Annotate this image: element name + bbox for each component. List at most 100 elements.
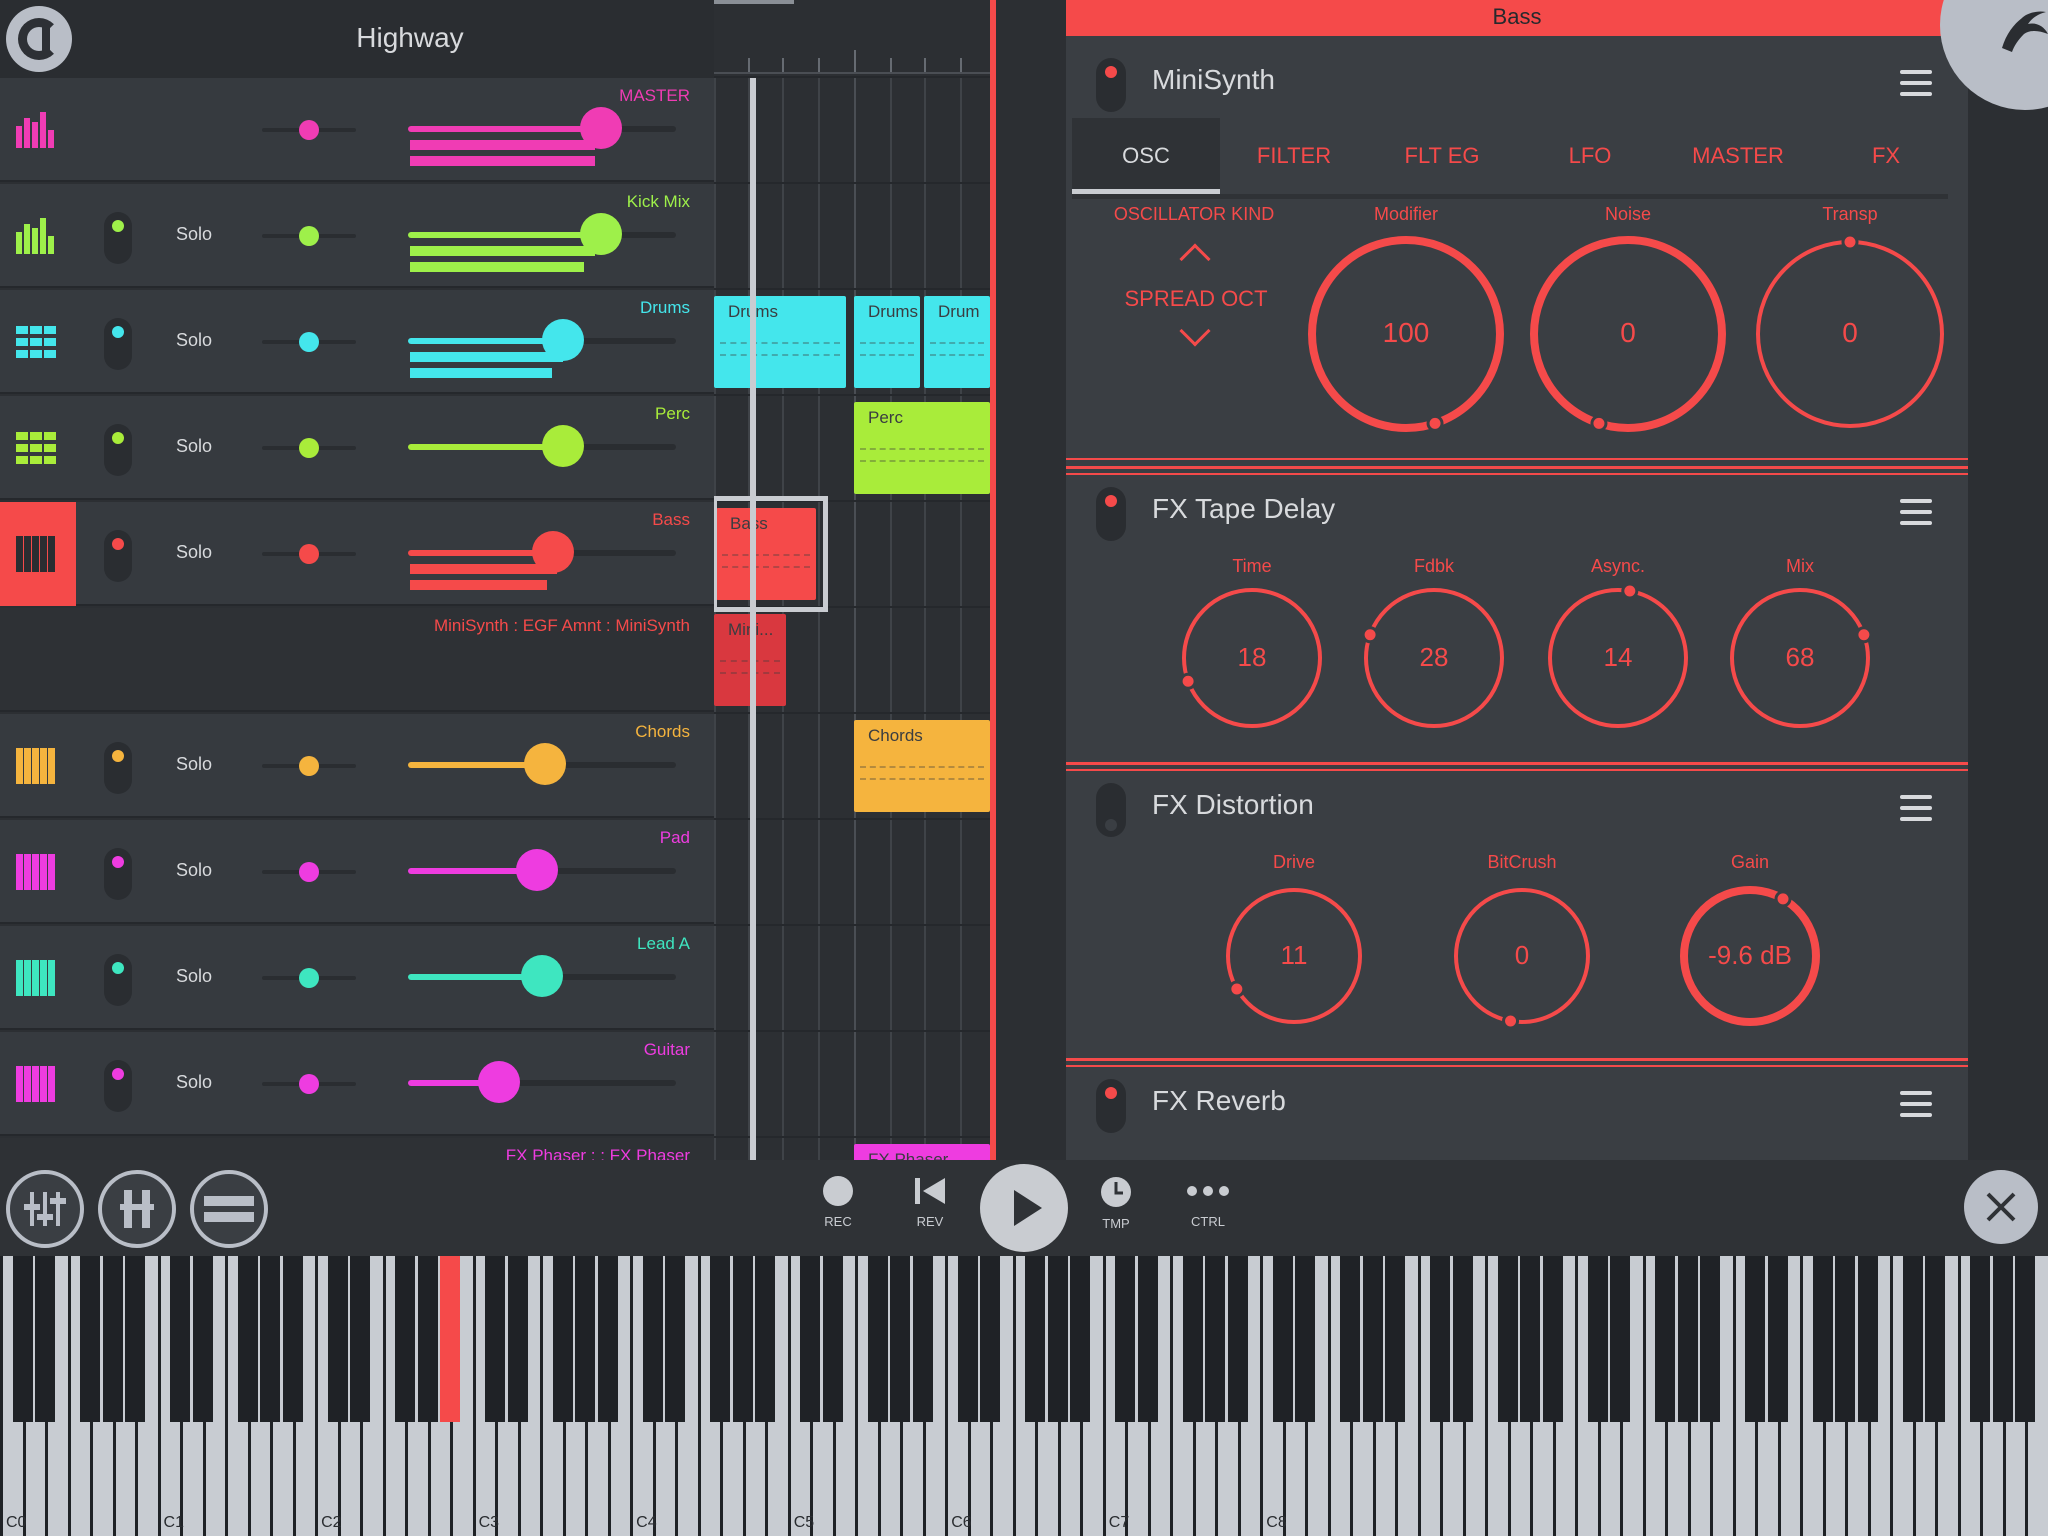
pan-knob[interactable] — [299, 1074, 319, 1094]
black-key[interactable] — [327, 1256, 348, 1422]
volume-knob[interactable] — [521, 955, 563, 997]
black-key[interactable] — [1902, 1256, 1923, 1422]
black-key[interactable] — [1992, 1256, 2013, 1422]
mixer-view-button[interactable] — [6, 1170, 84, 1248]
transp-knob[interactable]: 0 — [1748, 232, 1952, 436]
black-key[interactable] — [2015, 1256, 2036, 1422]
tape-delay-power-toggle[interactable] — [1096, 487, 1126, 541]
track-icon-button[interactable] — [0, 290, 76, 394]
track-row[interactable]: Solo Drums — [0, 290, 714, 394]
playhead[interactable] — [750, 78, 756, 1160]
black-key[interactable] — [1610, 1256, 1631, 1422]
distortion-power-toggle[interactable] — [1096, 783, 1126, 837]
volume-knob[interactable] — [523, 743, 566, 785]
pan-knob[interactable] — [299, 862, 319, 882]
black-key[interactable] — [507, 1256, 528, 1422]
black-key[interactable] — [1655, 1256, 1676, 1422]
pan-knob[interactable] — [299, 544, 319, 564]
automation-track[interactable]: FX Phaser : : FX Phaser — [0, 1138, 714, 1160]
black-key[interactable] — [1925, 1256, 1946, 1422]
clip-phaser[interactable]: FX Phaser — [854, 1144, 990, 1160]
clip-chords[interactable]: Chords — [854, 720, 990, 812]
pan-slider[interactable] — [262, 438, 356, 458]
clip-drums[interactable]: Drum — [924, 296, 990, 388]
pan-slider[interactable] — [262, 756, 356, 776]
playlist-scrollbar[interactable] — [714, 0, 794, 4]
piano-keyboard[interactable]: C0 C1 C2 C3 C4 C5 C6 C7 C8 — [0, 1256, 2048, 1536]
black-key[interactable] — [80, 1256, 101, 1422]
app-logo-button[interactable] — [6, 6, 72, 72]
automation-track[interactable]: MiniSynth : EGF Amnt : MiniSynth — [0, 608, 714, 712]
tab-flt-eg[interactable]: FLT EG — [1368, 118, 1516, 194]
tempo-button[interactable]: TMP — [1086, 1176, 1146, 1231]
pan-knob[interactable] — [299, 332, 319, 352]
black-key[interactable] — [1137, 1256, 1158, 1422]
distortion-menu-icon[interactable] — [1900, 795, 1932, 823]
track-row[interactable]: Solo Pad — [0, 820, 714, 924]
black-key[interactable] — [575, 1256, 596, 1422]
tab-fx[interactable]: FX — [1812, 118, 1960, 194]
black-key[interactable] — [192, 1256, 213, 1422]
black-key[interactable] — [170, 1256, 191, 1422]
black-key[interactable] — [1272, 1256, 1293, 1422]
black-key[interactable] — [1767, 1256, 1788, 1422]
volume-slider[interactable] — [408, 1061, 676, 1103]
track-icon-button[interactable] — [0, 78, 76, 182]
delay-time-knob[interactable]: 18 — [1174, 580, 1330, 736]
mute-toggle[interactable] — [104, 848, 132, 900]
pan-knob[interactable] — [299, 968, 319, 988]
black-key[interactable] — [1340, 1256, 1361, 1422]
black-key[interactable] — [800, 1256, 821, 1422]
clip-drums[interactable]: Drums — [714, 296, 846, 388]
black-key[interactable] — [890, 1256, 911, 1422]
track-icon-button[interactable] — [0, 820, 76, 924]
black-key[interactable] — [957, 1256, 978, 1422]
playlist-view-button[interactable] — [190, 1170, 268, 1248]
pan-slider[interactable] — [262, 226, 356, 246]
black-key[interactable] — [1745, 1256, 1766, 1422]
volume-knob[interactable] — [515, 849, 558, 891]
pan-slider[interactable] — [262, 968, 356, 988]
black-key[interactable] — [597, 1256, 618, 1422]
solo-button[interactable]: Solo — [176, 330, 212, 351]
black-key[interactable] — [260, 1256, 281, 1422]
track-icon-button[interactable] — [0, 714, 76, 818]
volume-slider[interactable] — [408, 743, 676, 785]
pan-knob[interactable] — [299, 120, 319, 140]
mute-toggle[interactable] — [104, 742, 132, 794]
solo-button[interactable]: Solo — [176, 860, 212, 881]
track-icon-button[interactable] — [0, 396, 76, 500]
track-icon-button[interactable] — [0, 1032, 76, 1136]
reverb-menu-icon[interactable] — [1900, 1091, 1932, 1119]
solo-button[interactable]: Solo — [176, 966, 212, 987]
volume-slider[interactable] — [408, 213, 676, 255]
dist-gain-knob[interactable]: -9.6 dB — [1674, 880, 1826, 1032]
black-key[interactable] — [1047, 1256, 1068, 1422]
volume-slider[interactable] — [408, 531, 676, 573]
black-key[interactable] — [35, 1256, 55, 1422]
clip-drums[interactable]: Drums — [854, 296, 920, 388]
controls-button[interactable]: CTRL — [1178, 1176, 1238, 1229]
black-key[interactable] — [1362, 1256, 1383, 1422]
black-key[interactable] — [1385, 1256, 1406, 1422]
pan-slider[interactable] — [262, 1074, 356, 1094]
modifier-knob[interactable]: 100 — [1302, 230, 1510, 438]
mute-toggle[interactable] — [104, 424, 132, 476]
tab-lfo[interactable]: LFO — [1516, 118, 1664, 194]
solo-button[interactable]: Solo — [176, 1072, 212, 1093]
volume-knob[interactable] — [478, 1061, 521, 1103]
black-key[interactable] — [12, 1256, 33, 1422]
black-key[interactable] — [1205, 1256, 1226, 1422]
black-key[interactable] — [1542, 1256, 1563, 1422]
rewind-button[interactable]: REV — [900, 1176, 960, 1229]
chevron-up-icon[interactable] — [1179, 243, 1211, 275]
volume-slider[interactable] — [408, 955, 676, 997]
pan-slider[interactable] — [262, 544, 356, 564]
black-key[interactable] — [125, 1256, 146, 1422]
black-key[interactable] — [1497, 1256, 1518, 1422]
minisynth-power-toggle[interactable] — [1096, 58, 1126, 112]
volume-slider[interactable] — [408, 425, 676, 467]
mute-toggle[interactable] — [104, 1060, 132, 1112]
track-row[interactable]: Solo Kick Mix — [0, 184, 714, 288]
play-button[interactable] — [980, 1164, 1068, 1252]
